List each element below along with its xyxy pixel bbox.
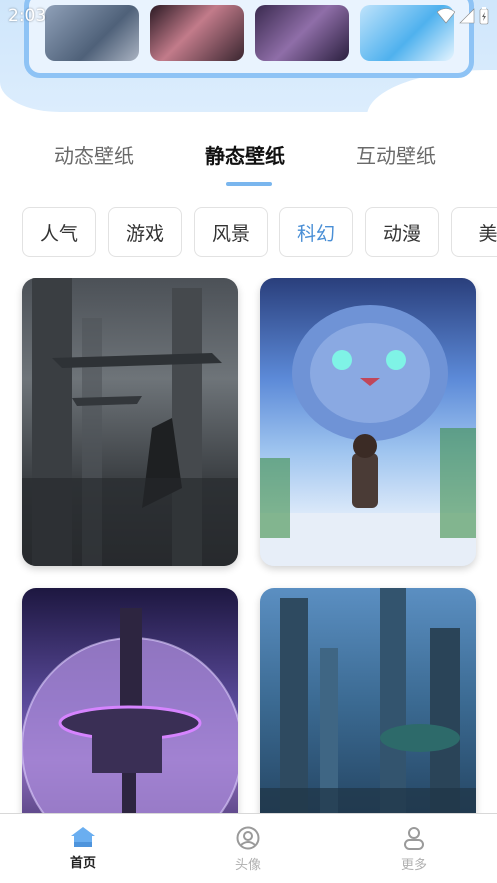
- nav-avatar-label: 头像: [234, 858, 261, 873]
- nav-home-label: 首页: [69, 856, 96, 871]
- tab-dynamic-wallpaper[interactable]: 动态壁纸: [54, 140, 134, 169]
- battery-icon: [479, 7, 489, 25]
- wallpaper-image-2: [260, 305, 476, 566]
- wallpaper-image-3: [22, 608, 238, 818]
- person-icon: [404, 827, 424, 850]
- active-tab-indicator: [226, 182, 272, 186]
- app-screen: 2:03 动态壁纸 静态壁纸 互动壁纸 人气 游戏 风景 科幻 动漫 美 首页 …: [0, 0, 497, 883]
- bottom-navigation: 首页 头像 更多: [0, 813, 497, 883]
- nav-home[interactable]: 首页: [43, 826, 123, 871]
- chip-beauty[interactable]: 美: [451, 207, 497, 257]
- category-chips: 人气 游戏 风景 科幻 动漫 美: [0, 207, 497, 257]
- signal-icon: [459, 8, 475, 24]
- avatar-icon: [236, 826, 260, 850]
- wallpaper-card-3[interactable]: [22, 588, 238, 818]
- wallpaper-image-1: [22, 278, 238, 566]
- status-time: 2:03: [8, 6, 47, 26]
- tab-interactive-wallpaper[interactable]: 互动壁纸: [356, 140, 436, 169]
- wallpaper-card-1[interactable]: [22, 278, 238, 566]
- status-icons: [437, 7, 489, 25]
- wallpaper-card-4[interactable]: [260, 588, 476, 818]
- wifi-icon: [437, 8, 455, 24]
- wallpaper-type-tabs: 动态壁纸 静态壁纸 互动壁纸: [0, 140, 497, 190]
- tab-static-wallpaper[interactable]: 静态壁纸: [205, 140, 285, 169]
- home-icon: [71, 827, 95, 847]
- chip-anime[interactable]: 动漫: [365, 207, 439, 257]
- chip-popular[interactable]: 人气: [22, 207, 96, 257]
- nav-more-label: 更多: [400, 858, 427, 873]
- nav-avatar[interactable]: 头像: [208, 826, 288, 873]
- wallpaper-grid: [0, 278, 497, 818]
- chip-scenery[interactable]: 风景: [194, 207, 268, 257]
- wallpaper-card-2[interactable]: [260, 278, 476, 566]
- chip-scifi[interactable]: 科幻: [279, 207, 353, 257]
- wallpaper-image-4: [260, 588, 476, 818]
- nav-more[interactable]: 更多: [374, 826, 454, 873]
- chip-games[interactable]: 游戏: [108, 207, 182, 257]
- status-bar: 2:03: [0, 0, 497, 32]
